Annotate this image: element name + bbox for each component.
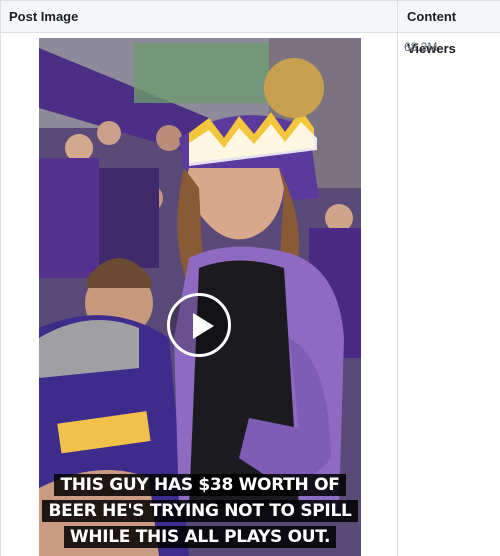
post-table: Post Image Content Viewers THIS GUY HAS … [0, 0, 500, 556]
video-caption: THIS GUY HAS $38 WORTH OF BEER HE'S TRYI… [39, 472, 361, 550]
column-header-post-image[interactable]: Post Image [9, 1, 78, 33]
video-caption-text: THIS GUY HAS $38 WORTH OF BEER HE'S TRYI… [42, 474, 358, 548]
play-icon [193, 313, 214, 339]
column-divider [397, 0, 398, 556]
column-header-content-viewers[interactable]: Content Viewers [407, 1, 500, 56]
play-button[interactable] [167, 293, 231, 357]
content-viewers-value: 68.2M [404, 40, 438, 54]
table-header: Post Image Content Viewers [1, 0, 500, 56]
